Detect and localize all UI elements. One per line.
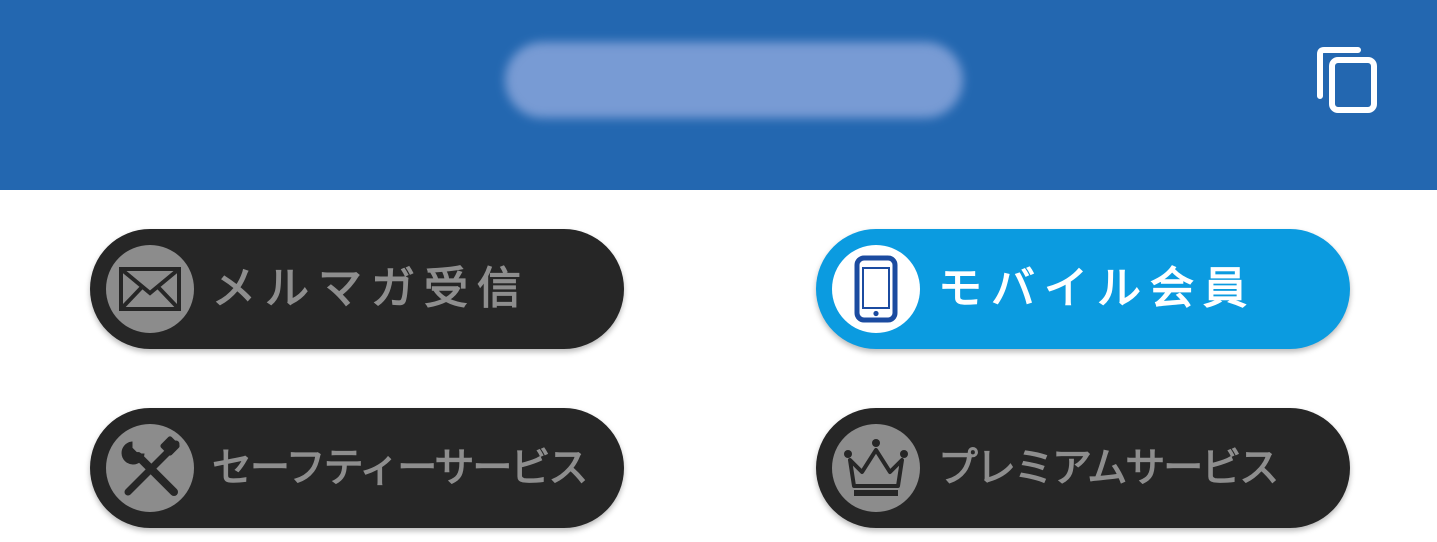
safety-service-label: セーフティーサービス [212,445,588,491]
crown-icon-circle [832,424,920,512]
copy-icon [1317,47,1377,113]
mail-magazine-label: メルマガ受信 [212,263,530,314]
smartphone-icon-circle [832,245,920,333]
mobile-member-label: モバイル会員 [938,263,1256,314]
tools-icon-circle [106,424,194,512]
app-header [0,0,1437,190]
crown-icon [844,439,908,496]
copy-button[interactable] [1312,44,1384,116]
smartphone-icon [854,255,898,323]
premium-service-label: プレミアムサービス [938,445,1279,491]
envelope-icon [119,267,181,311]
envelope-icon-circle [106,245,194,333]
redacted-title [505,42,963,118]
premium-service-button[interactable]: プレミアムサービス [816,408,1350,528]
safety-service-button[interactable]: セーフティーサービス [90,408,624,528]
mail-magazine-button[interactable]: メルマガ受信 [90,229,624,349]
mobile-member-button[interactable]: モバイル会員 [816,229,1350,349]
tools-icon [121,436,180,496]
